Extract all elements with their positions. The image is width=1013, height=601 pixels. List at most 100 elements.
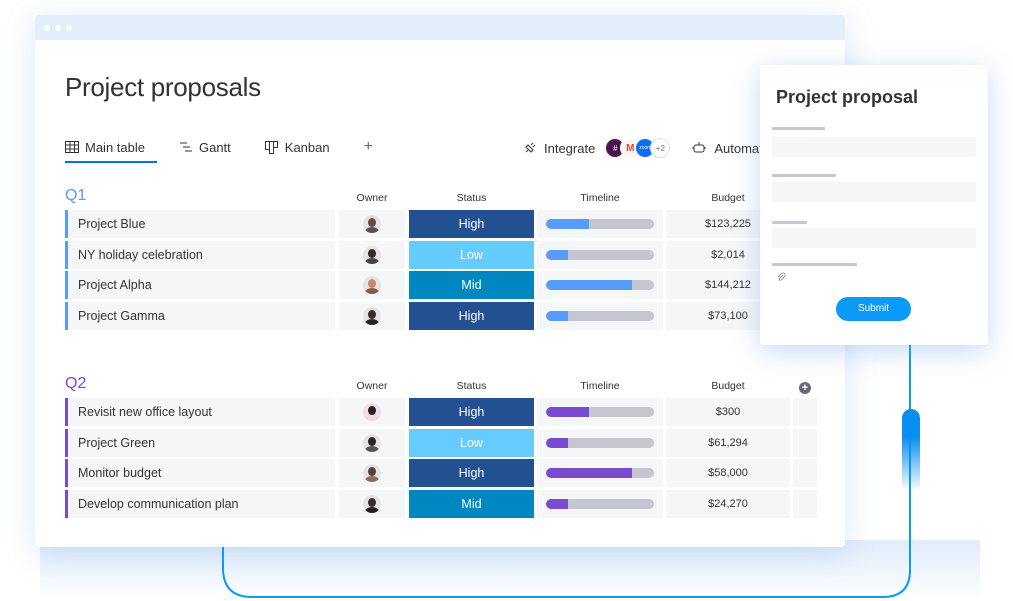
timeline-bar [546,407,654,417]
empty-column-cell[interactable] [793,428,817,457]
background-glow [40,540,980,601]
timeline-progress [546,219,590,229]
avatar [363,215,381,233]
page-title: Project proposals [65,72,261,102]
more-integrations-badge: +2 [650,138,671,158]
column-header-owner[interactable]: Owner [339,192,405,204]
board-window: Project proposals Main table Gantt Kanba… [35,15,845,547]
empty-column-cell[interactable] [793,489,817,518]
timeline-progress [546,280,633,290]
window-titlebar [35,15,845,40]
owner-cell[interactable] [339,459,405,487]
avatar [363,464,381,482]
form-title: Project proposal [776,87,919,107]
view-tabs: Main table Gantt Kanban + [65,137,407,163]
column-header-timeline[interactable]: Timeline [537,380,663,392]
timeline-bar [546,280,654,290]
column-header-owner[interactable]: Owner [339,380,405,392]
form-field-input[interactable] [772,182,976,202]
column-header-status[interactable]: Status [409,192,534,204]
item-name[interactable]: Project Gamma [65,301,335,330]
owner-cell[interactable] [339,210,405,238]
empty-column-cell[interactable] [793,459,817,487]
group-title[interactable]: Q2 [65,375,86,393]
status-badge[interactable]: Low [409,428,534,457]
timeline-cell[interactable] [537,301,663,330]
timeline-cell[interactable] [537,271,663,299]
tab-kanban[interactable]: Kanban [264,137,330,157]
budget-value[interactable]: $61,294 [666,428,790,457]
status-badge[interactable]: Low [409,240,534,269]
timeline-bar [546,498,654,509]
timeline-bar [546,468,654,478]
integrate-button[interactable]: Integrate [544,141,595,156]
avatar [363,403,381,421]
budget-value[interactable]: $300 [666,398,790,426]
status-badge[interactable]: High [409,210,534,238]
owner-cell[interactable] [339,489,405,518]
item-name[interactable]: Monitor budget [65,459,335,487]
owner-cell[interactable] [339,240,405,269]
avatar [363,245,381,264]
integration-icons[interactable]: # M zoom +2 [605,138,671,158]
avatar [363,433,381,452]
tab-main-table[interactable]: Main table [65,137,157,163]
owner-cell[interactable] [339,271,405,299]
timeline-cell[interactable] [537,459,663,487]
timeline-progress [546,437,568,448]
item-name[interactable]: Project Alpha [65,271,335,299]
status-badge[interactable]: High [409,459,534,487]
form-field-label [772,127,825,130]
paperclip-icon[interactable] [776,272,786,282]
status-badge[interactable]: Mid [409,271,534,299]
status-badge[interactable]: High [409,301,534,330]
column-header-status[interactable]: Status [409,380,534,392]
owner-cell[interactable] [339,428,405,457]
timeline-bar [546,437,654,448]
avatar [363,306,381,325]
status-badge[interactable]: Mid [409,489,534,518]
form-field-input[interactable] [772,228,976,248]
status-badge[interactable]: High [409,398,534,426]
owner-cell[interactable] [339,301,405,330]
add-column-button[interactable]: + [799,382,811,394]
form-field-label [772,263,857,266]
robot-icon [692,142,707,153]
tab-gantt[interactable]: Gantt [179,137,231,157]
item-name[interactable]: NY holiday celebration [65,240,335,269]
gantt-icon [179,142,192,152]
timeline-cell[interactable] [537,210,663,238]
column-header-timeline[interactable]: Timeline [537,192,663,204]
budget-value[interactable]: $58,000 [666,459,790,487]
window-dot [44,25,50,31]
form-field-label [772,174,836,177]
plug-icon [525,142,536,153]
item-name[interactable]: Revisit new office layout [65,398,335,426]
group-title[interactable]: Q1 [65,187,86,205]
owner-cell[interactable] [339,398,405,426]
add-view-button[interactable]: + [364,137,373,157]
empty-column-cell[interactable] [793,398,817,426]
submit-button[interactable]: Submit [836,297,911,321]
board-toolbar: Integrate # M zoom +2 Automate [523,137,770,159]
timeline-progress [546,249,568,260]
timeline-cell[interactable] [537,489,663,518]
timeline-progress [546,498,568,509]
item-name[interactable]: Project Green [65,428,335,457]
form-field-input[interactable] [772,137,976,157]
tab-label: Kanban [284,139,330,155]
column-header-budget[interactable]: Budget [666,380,790,392]
timeline-cell[interactable] [537,240,663,269]
timeline-bar [546,219,654,229]
window-dot [66,25,72,31]
avatar [363,276,381,294]
timeline-progress [546,310,568,321]
item-name[interactable]: Develop communication plan [65,489,335,518]
item-name[interactable]: Project Blue [65,210,335,238]
timeline-progress [546,468,633,478]
timeline-bar [546,310,654,321]
timeline-cell[interactable] [537,428,663,457]
timeline-cell[interactable] [537,398,663,426]
tab-label: Main table [85,139,145,155]
budget-value[interactable]: $24,270 [666,489,790,518]
